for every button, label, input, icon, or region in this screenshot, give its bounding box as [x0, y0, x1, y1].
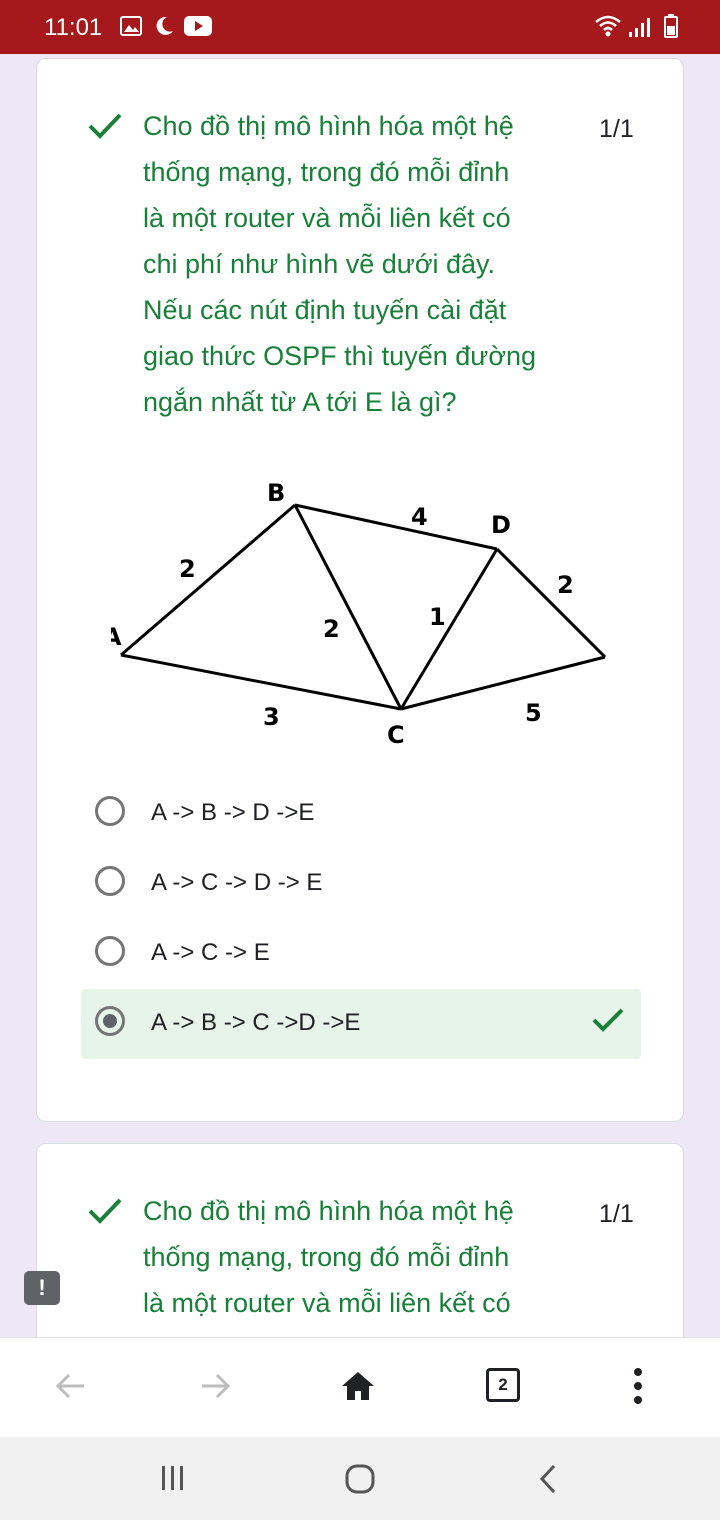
- answer-option-selected[interactable]: A -> B -> C ->D ->E: [81, 989, 641, 1059]
- correct-answer-check-icon: [592, 1008, 624, 1032]
- option-label: A -> B -> C ->D ->E: [151, 1009, 361, 1036]
- edge-cost-b-c: 2: [323, 615, 340, 643]
- node-label-b: B: [267, 479, 285, 507]
- back-nav-icon[interactable]: [536, 1463, 560, 1495]
- edge-b-c: [293, 504, 403, 710]
- node-label-a: A: [111, 623, 122, 651]
- tab-switcher[interactable]: 2: [486, 1368, 520, 1402]
- option-label: A -> C -> D -> E: [151, 869, 323, 896]
- question-line: Cho đồ thị mô hình hóa một hệ: [143, 111, 514, 141]
- node-label-d: D: [491, 511, 511, 539]
- edge-cost-d-e: 2: [557, 571, 574, 599]
- gallery-icon: [120, 16, 142, 36]
- back-arrow-icon[interactable]: [52, 1368, 88, 1404]
- question-line: thống mạng, trong đó mỗi đỉnh: [143, 157, 510, 187]
- answer-option[interactable]: A -> B -> D ->E: [81, 779, 641, 849]
- node-label-c: C: [387, 721, 405, 749]
- radio-button[interactable]: [95, 796, 125, 826]
- report-feedback-button[interactable]: !: [24, 1271, 60, 1305]
- edge-cost-c-d: 1: [429, 603, 446, 631]
- answer-option[interactable]: A -> C -> D -> E: [81, 849, 641, 919]
- system-nav-bar: [0, 1437, 720, 1520]
- option-label: A -> C -> E: [151, 939, 270, 966]
- network-graph-diagram: A B C D E 2 3 2 4 1 2 5: [111, 479, 607, 749]
- radio-button[interactable]: [95, 936, 125, 966]
- moon-icon: [156, 16, 173, 35]
- question-line: chi phí như hình vẽ dưới đây.: [143, 249, 496, 279]
- edge-cost-c-e: 5: [525, 699, 542, 727]
- radio-dot: [103, 1014, 117, 1028]
- browser-toolbar: 2: [0, 1337, 720, 1438]
- question-line: thống mạng, trong đó mỗi đỉnh: [143, 1242, 510, 1272]
- question-text: Cho đồ thị mô hình hóa một hệ thống mạng…: [143, 103, 583, 425]
- edge-b-d: [294, 503, 498, 551]
- question-line: ngắn nhất từ A tới E là gì?: [143, 387, 457, 417]
- question-line: Nếu các nút định tuyến cài đặt: [143, 295, 507, 325]
- edge-cost-b-d: 4: [411, 503, 428, 531]
- battery-icon: [664, 14, 678, 38]
- home-nav-icon[interactable]: [344, 1463, 376, 1495]
- status-time: 11:01: [44, 14, 103, 41]
- edge-cost-a-c: 3: [263, 703, 280, 731]
- correct-check-icon: [88, 1198, 122, 1224]
- forward-arrow-icon[interactable]: [198, 1368, 234, 1404]
- question-line: là một router và mỗi liên kết có: [143, 1288, 511, 1318]
- wifi-icon: [595, 15, 621, 37]
- edge-a-b: [120, 503, 296, 657]
- option-label: A -> B -> D ->E: [151, 799, 315, 826]
- recents-icon[interactable]: [158, 1463, 188, 1493]
- question-score: 1/1: [599, 115, 634, 143]
- radio-button[interactable]: [95, 866, 125, 896]
- edge-a-c: [120, 653, 402, 711]
- question-card: Cho đồ thị mô hình hóa một hệ thống mạng…: [36, 58, 684, 1122]
- edge-c-d: [399, 548, 499, 710]
- question-line: là một router và mỗi liên kết có: [143, 203, 511, 233]
- edge-c-e: [400, 655, 606, 711]
- edge-d-e: [495, 547, 607, 659]
- question-line: giao thức OSPF thì tuyến đường: [143, 341, 537, 371]
- signal-icon: [629, 18, 650, 37]
- radio-button-selected[interactable]: [95, 1006, 125, 1036]
- youtube-icon: [184, 16, 212, 36]
- status-bar: 11:01: [0, 0, 720, 54]
- more-vert-icon[interactable]: [628, 1366, 648, 1406]
- edge-cost-a-b: 2: [179, 555, 196, 583]
- question-line: Cho đồ thị mô hình hóa một hệ: [143, 1196, 514, 1226]
- correct-check-icon: [88, 113, 122, 139]
- home-icon[interactable]: [340, 1368, 376, 1404]
- question-score: 1/1: [599, 1200, 634, 1228]
- answer-option[interactable]: A -> C -> E: [81, 919, 641, 989]
- question-text: Cho đồ thị mô hình hóa một hệ thống mạng…: [143, 1188, 583, 1326]
